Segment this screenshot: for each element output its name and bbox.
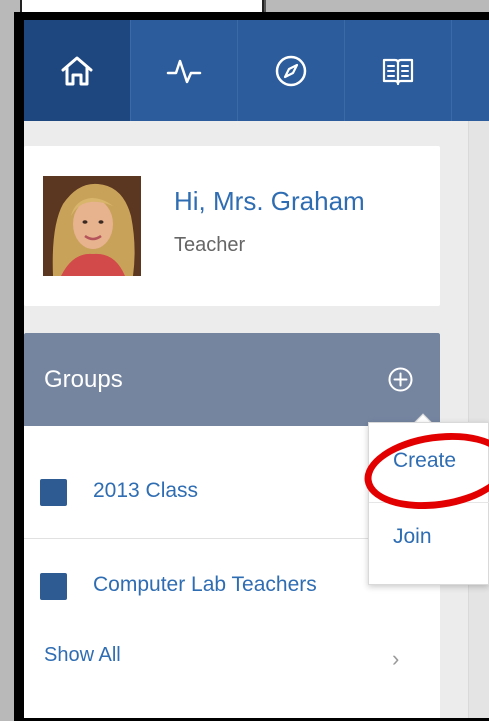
show-all-label: Show All [44,644,121,666]
group-action-menu: Create Join [368,422,489,585]
avatar[interactable] [43,176,141,276]
profile-card: Hi, Mrs. Graham Teacher [24,146,440,306]
menu-item-create[interactable]: Create [369,433,489,493]
chevron-right-icon: › [392,646,400,671]
group-label: Computer Lab Teachers [93,573,317,596]
nav-tab-library[interactable] [345,20,452,121]
join-label: Join [393,525,432,548]
groups-title: Groups [44,366,123,393]
groups-header: Groups [24,333,440,426]
menu-item-join[interactable]: Join [369,509,489,569]
greeting-link[interactable]: Hi, Mrs. Graham [174,186,365,217]
nav-tab-activity[interactable] [131,20,238,121]
app-screen: Hi, Mrs. Graham Teacher Groups 2013 Clas… [24,20,489,718]
nav-tab-home[interactable] [24,20,131,121]
group-color-swatch [40,479,67,506]
pulse-icon [166,59,202,83]
nav-tab-discover[interactable] [238,20,345,121]
nav-bar [24,20,489,121]
home-icon [61,56,93,85]
group-color-swatch [40,573,67,600]
add-group-icon[interactable] [387,366,414,393]
user-role: Teacher [174,234,246,256]
show-all-link[interactable]: Show All › [24,610,440,705]
compass-icon [275,55,307,86]
book-icon [382,58,414,85]
right-column-edge [468,121,489,718]
group-label: 2013 Class [93,479,199,502]
menu-divider [369,502,489,503]
create-label: Create [393,449,457,472]
